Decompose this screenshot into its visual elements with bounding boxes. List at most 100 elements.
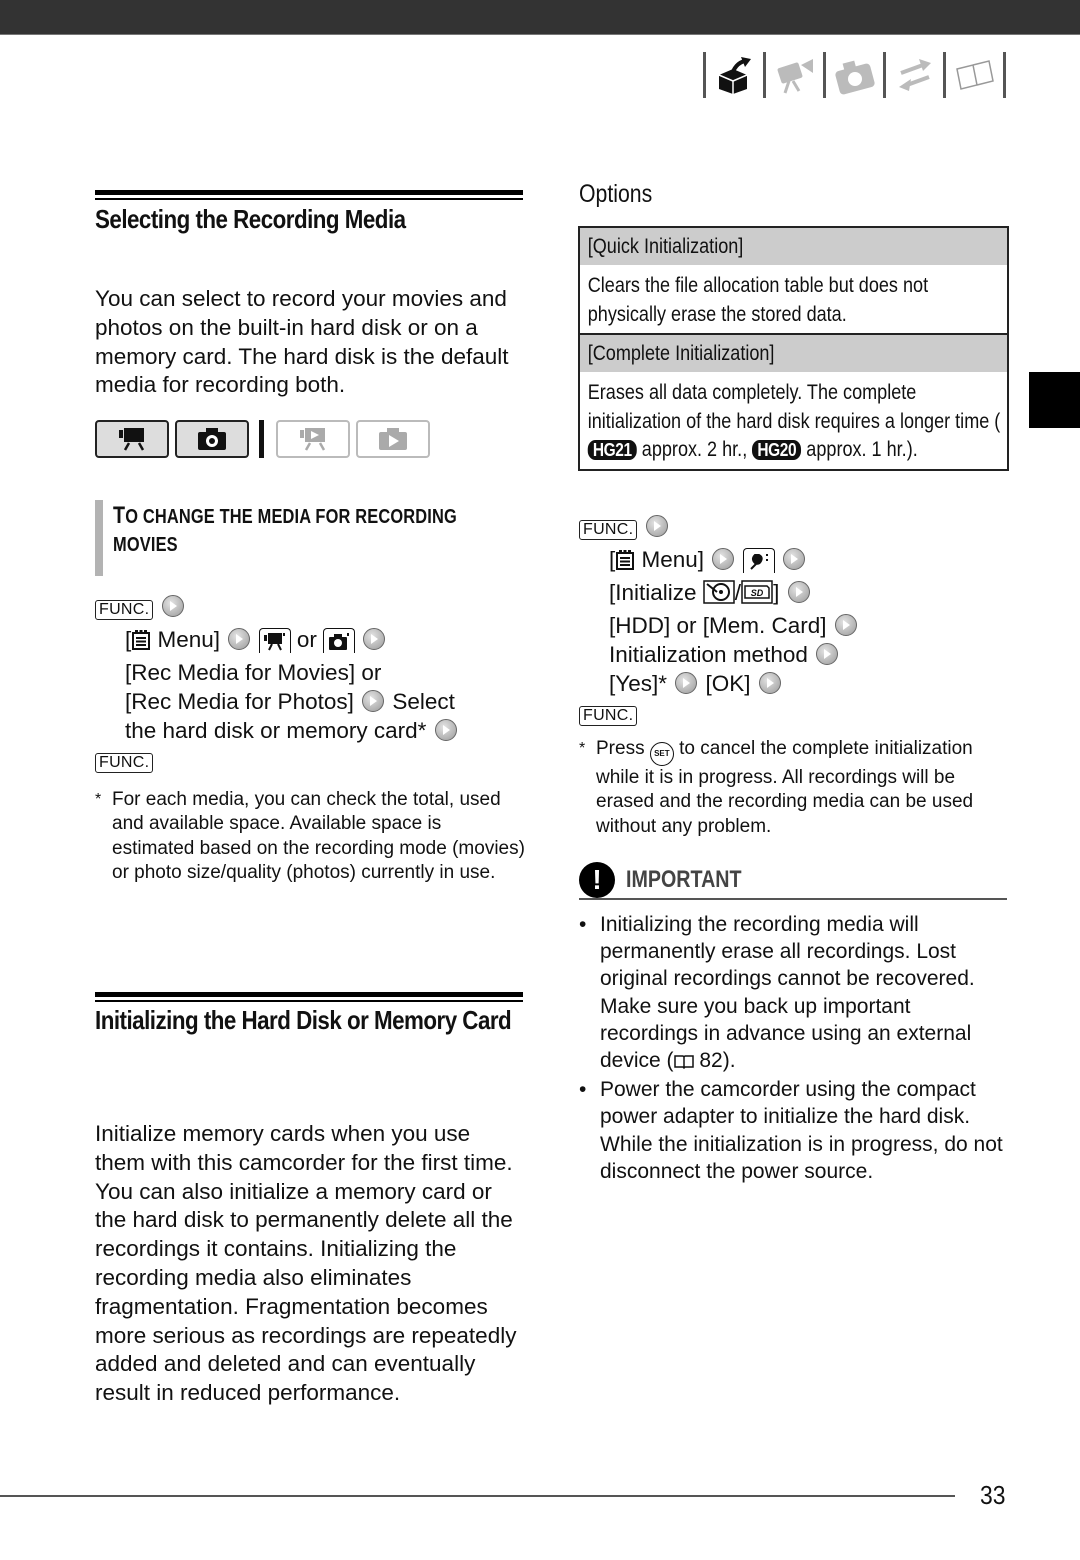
arrow-icon [787, 581, 810, 603]
desc-text: approx. 2 hr., [636, 438, 753, 461]
menu-icon [615, 549, 635, 578]
arrow-icon [758, 672, 781, 694]
exclamation-icon: ! [579, 862, 615, 898]
step-text: the hard disk or memory card* [125, 718, 427, 743]
section-title-selecting-media: Selecting the Recording Media [95, 204, 406, 234]
movie-menu-icon [258, 628, 291, 653]
subheading-text: T [113, 502, 126, 529]
movie-playback-mode-button[interactable] [276, 420, 350, 458]
media-steps: FUNC. [ Menu] or [Rec Media for Movies] … [95, 592, 459, 774]
step-text: [Rec Media for Movies] or [125, 660, 382, 685]
option-header-quick: [Quick Initialization] [580, 228, 1007, 266]
subheading-bar [95, 500, 103, 576]
option-desc-complete: Erases all data completely. The complete… [580, 373, 1007, 469]
svg-text:SD: SD [751, 588, 764, 598]
model-badge-hg20: HG20 [752, 440, 802, 460]
book-icon [673, 1049, 694, 1076]
footnote-text: Press [596, 738, 650, 759]
transfer-arrows-icon[interactable] [886, 52, 943, 98]
footnote-text: For each media, you can check the total,… [112, 789, 525, 883]
option-desc-quick: Clears the file allocation table but doe… [580, 266, 1007, 335]
arrow-icon [782, 548, 805, 570]
subheading-text: O CHANGE THE MEDIA FOR RECORDING [125, 506, 457, 528]
movie-record-mode-button[interactable] [95, 420, 169, 458]
important-header: ! IMPORTANT [579, 858, 1007, 900]
option-description: Erases all data completely. The complete… [580, 379, 1001, 465]
option-description: Clears the file allocation table but doe… [587, 274, 929, 326]
step-text: [Rec Media for Photos] [125, 689, 354, 714]
options-table: [Quick Initialization] Clears the file a… [578, 226, 1009, 471]
option-name: [Quick Initialization] [587, 235, 744, 258]
intro-paragraph: You can select to record your movies and… [95, 286, 509, 398]
photo-menu-icon [323, 628, 356, 653]
camcorder-play-icon [300, 428, 326, 451]
step-text: Menu] [151, 627, 221, 652]
func-button[interactable]: FUNC. [579, 706, 638, 726]
step-text: ] [773, 580, 780, 605]
top-bar [0, 0, 1080, 35]
divider [259, 420, 264, 458]
arrow-icon [434, 719, 457, 741]
mode-buttons [95, 420, 430, 458]
step-text: [Initialize [609, 580, 703, 605]
option-header-complete: [Complete Initialization] [580, 335, 1007, 373]
section-title-initializing: Initializing the Hard Disk or Memory Car… [95, 1005, 512, 1035]
footnote-marker: * [95, 791, 102, 808]
option-name: [Complete Initialization] [587, 342, 775, 365]
step-text: [OK] [705, 671, 751, 696]
arrow-icon [712, 548, 735, 570]
step-text: or [290, 627, 324, 652]
step-text: Select [386, 689, 455, 714]
footnote-media: * For each media, you can check the tota… [95, 788, 525, 885]
photo-playback-mode-button[interactable] [356, 420, 430, 458]
chapter-tab-marker [1029, 372, 1080, 428]
initializing-paragraph: Initialize memory cards when you use the… [95, 1121, 517, 1406]
arrow-icon [363, 628, 386, 650]
footnote-marker: * [579, 740, 586, 757]
hdd-icon [703, 580, 735, 611]
list-item: Initializing the recording media will pe… [579, 911, 1009, 1076]
func-button[interactable]: FUNC. [95, 600, 154, 620]
arrow-icon [816, 643, 839, 665]
set-button-icon: SET [649, 742, 674, 766]
subheading-text: MOVIES [113, 534, 178, 556]
func-button[interactable]: FUNC. [579, 520, 638, 540]
step-text: Initialization method [609, 642, 808, 667]
menu-icon [131, 629, 151, 658]
arrow-icon [645, 515, 668, 537]
page-number: 33 [980, 1480, 1006, 1510]
footer-rule [0, 1495, 955, 1497]
initialize-steps: FUNC. [ Menu] [Initialize / SD] [HDD] or … [579, 512, 859, 727]
arrow-icon [161, 595, 184, 617]
photo-record-mode-button[interactable] [175, 420, 249, 458]
func-button[interactable]: FUNC. [95, 753, 154, 773]
book-icon[interactable] [946, 52, 1003, 98]
important-list: Initializing the recording media will pe… [579, 911, 1009, 1185]
desc-text: approx. 1 hr.). [801, 438, 918, 461]
camera-icon[interactable] [826, 52, 883, 98]
bullet-text: Initializing the recording media will pe… [600, 913, 975, 1073]
subheading: TO CHANGE THE MEDIA FOR RECORDING MOVIES [95, 500, 525, 576]
options-title: Options [579, 180, 653, 208]
arrow-icon [362, 690, 385, 712]
arrow-icon [675, 672, 698, 694]
arrow-icon [834, 614, 857, 636]
page-reference: 82 [693, 1049, 723, 1073]
bullet-text: ). [722, 1049, 736, 1073]
camera-icon [198, 428, 226, 450]
camera-play-icon [379, 428, 407, 450]
step-text: [HDD] or [Mem. Card] [609, 613, 827, 638]
chapter-nav [703, 50, 1006, 100]
important-label: IMPORTANT [626, 866, 742, 893]
preparation-box-icon[interactable] [706, 52, 763, 98]
desc-text: Erases all data completely. The complete… [587, 381, 1001, 433]
step-text: [Yes]* [609, 671, 667, 696]
sd-card-icon: SD [741, 580, 773, 611]
arrow-icon [228, 628, 251, 650]
bullet-text: Power the camcorder using the compact po… [600, 1078, 1003, 1183]
divider [1003, 52, 1006, 98]
list-item: Power the camcorder using the compact po… [579, 1076, 1009, 1185]
camcorder-tripod-icon[interactable] [766, 52, 823, 98]
camcorder-icon [119, 428, 145, 451]
step-text: Menu] [635, 547, 705, 572]
